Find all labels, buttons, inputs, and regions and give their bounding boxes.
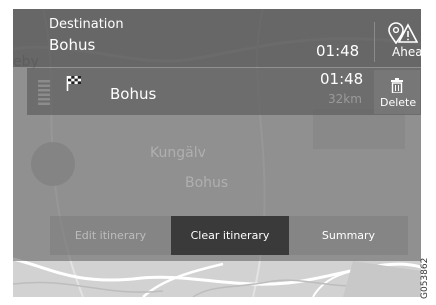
- navigation-screen: eby Kungälv Bohus Destination Bohus 01:4…: [0, 0, 436, 305]
- map-place-label: Bohus: [185, 175, 229, 191]
- edit-itinerary-label: Edit itinerary: [74, 229, 147, 242]
- itinerary-destination-name: Bohus: [110, 85, 157, 103]
- itinerary-eta: 01:48: [320, 70, 364, 88]
- itinerary-distance: 32km: [328, 92, 362, 106]
- delete-label: Delete: [380, 96, 417, 109]
- destination-value: Bohus: [49, 36, 96, 54]
- map-place-label: Kungälv: [150, 145, 206, 161]
- destination-eta: 01:48: [316, 42, 360, 60]
- figure-code: G053862: [420, 258, 432, 301]
- checkered-flag-icon: [66, 76, 81, 91]
- drag-handle-icon[interactable]: [38, 80, 50, 106]
- pin-warning-icon: [388, 22, 418, 44]
- summary-label: Summary: [321, 229, 376, 242]
- ahead-label: Ahead: [392, 45, 431, 59]
- figure-code-text: G053862: [420, 257, 430, 299]
- clear-itinerary-label: Clear itinerary: [190, 229, 270, 242]
- trash-icon: [391, 78, 403, 93]
- destination-label: Destination: [49, 17, 124, 32]
